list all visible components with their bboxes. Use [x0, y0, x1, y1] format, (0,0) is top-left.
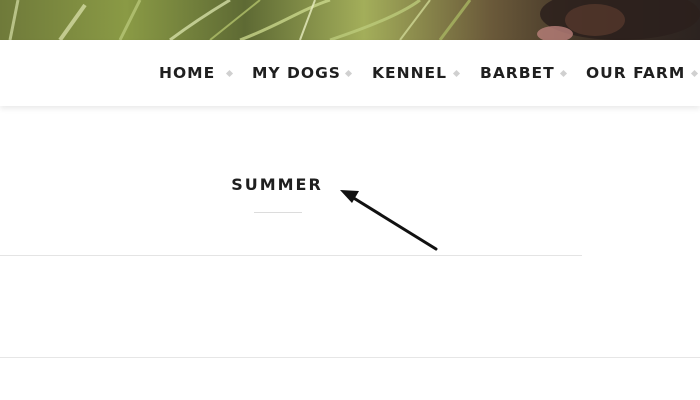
title-underline [254, 212, 302, 213]
nav-separator [559, 69, 568, 78]
main-navigation: HOME MY DOGS KENNEL BARBET OUR FARM [0, 40, 700, 106]
nav-menu: HOME MY DOGS KENNEL BARBET OUR FARM [0, 40, 700, 106]
nav-item-home[interactable]: HOME [159, 64, 215, 82]
nav-item-barbet[interactable]: BARBET [480, 64, 555, 82]
nav-separator [344, 69, 353, 78]
content-divider [0, 357, 700, 358]
nav-item-kennel[interactable]: KENNEL [372, 64, 447, 82]
nav-item-my-dogs[interactable]: MY DOGS [252, 64, 341, 82]
nav-separator [225, 69, 234, 78]
hero-image [0, 0, 700, 40]
page: HOME MY DOGS KENNEL BARBET OUR FARM SUMM… [0, 0, 700, 400]
content-divider [0, 255, 582, 256]
section-title: SUMMER [231, 175, 323, 194]
nav-item-our-farm[interactable]: OUR FARM [586, 64, 685, 82]
nav-separator [452, 69, 461, 78]
hero-image-graphic [8, 0, 700, 40]
nav-separator [690, 69, 699, 78]
